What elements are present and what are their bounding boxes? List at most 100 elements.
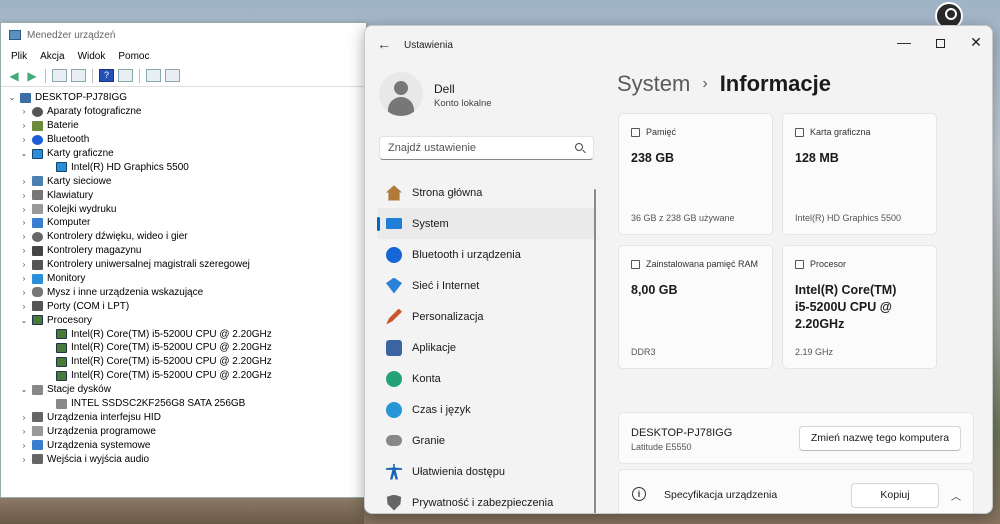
sidebar-item-label: Personalizacja <box>412 310 484 323</box>
chevron-right-icon[interactable]: › <box>19 135 29 144</box>
tree-node[interactable]: › Kolejki wydruku <box>7 202 366 216</box>
device-spec-card[interactable]: i Specyfikacja urządzenia Kopiuj ︿ <box>618 469 974 513</box>
sidebar-item-system[interactable]: System <box>377 208 595 239</box>
scan-hardware-icon[interactable] <box>165 69 180 82</box>
cpu-device-icon <box>56 329 67 340</box>
cpu-card[interactable]: Procesor Intel(R) Core(TM) i5-5200U CPU … <box>782 245 937 369</box>
tree-node[interactable]: › Wejścia i wyjścia audio <box>7 452 366 466</box>
chevron-down-icon[interactable]: ⌄ <box>19 149 29 158</box>
tree-node[interactable]: Intel(R) HD Graphics 5500 <box>7 160 366 174</box>
chevron-right-icon[interactable]: › <box>19 218 29 227</box>
chevron-right-icon[interactable]: › <box>19 177 29 186</box>
update-driver-icon[interactable] <box>146 69 161 82</box>
maximize-button[interactable] <box>922 28 958 56</box>
close-button[interactable]: ✕ <box>958 28 992 56</box>
tree-node[interactable]: › Kontrolery dźwięku, wideo i gier <box>7 230 366 244</box>
forward-arrow-icon[interactable]: ▶ <box>25 69 39 83</box>
chevron-right-icon[interactable]: › <box>19 274 29 283</box>
rename-pc-button[interactable]: Zmień nazwę tego komputera <box>799 426 961 451</box>
settings-app-title: Ustawienia <box>404 40 453 51</box>
tree-node[interactable]: › Klawiatury <box>7 188 366 202</box>
chevron-right-icon[interactable]: › <box>19 205 29 214</box>
back-arrow-icon[interactable]: ◀ <box>7 69 21 83</box>
sidebar-item-bluetooth[interactable]: Bluetooth i urządzenia <box>377 239 595 270</box>
storage-card[interactable]: Pamięć 238 GB 36 GB z 238 GB używane <box>618 113 773 235</box>
gpu-label-text: Karta graficzna <box>810 127 871 137</box>
chevron-right-icon[interactable]: › <box>19 288 29 297</box>
avatar[interactable] <box>379 72 423 116</box>
tree-node[interactable]: › Mysz i inne urządzenia wskazujące <box>7 285 366 299</box>
tree-node[interactable]: › Urządzenia systemowe <box>7 438 366 452</box>
sidebar-item-gaming[interactable]: Granie <box>377 425 595 456</box>
chevron-right-icon[interactable]: › <box>19 455 29 464</box>
nav-scrollbar[interactable] <box>594 189 596 513</box>
sidebar-item-accessibility[interactable]: Ułatwienia dostępu <box>377 456 595 487</box>
tree-node[interactable]: › Bluetooth <box>7 133 366 147</box>
chevron-down-icon[interactable]: ⌄ <box>7 93 17 102</box>
chevron-right-icon[interactable]: › <box>19 121 29 130</box>
ram-card[interactable]: Zainstalowana pamięć RAM 8,00 GB DDR3 <box>618 245 773 369</box>
sidebar-item-privacy[interactable]: Prywatność i zabezpieczenia <box>377 487 595 513</box>
tree-node[interactable]: › Baterie <box>7 119 366 133</box>
chevron-right-icon[interactable]: › <box>19 260 29 269</box>
tree-node[interactable]: › Kontrolery uniwersalnej magistrali szer… <box>7 258 366 272</box>
tree-node[interactable]: › Monitory <box>7 272 366 286</box>
menu-akcja[interactable]: Akcja <box>40 51 64 62</box>
tree-node-label: Porty (COM i LPT) <box>47 300 130 312</box>
search-icon[interactable] <box>575 143 583 151</box>
chevron-right-icon[interactable]: › <box>19 191 29 200</box>
menu-plik[interactable]: Plik <box>11 51 27 62</box>
tree-node-label: Baterie <box>47 120 79 132</box>
tree-node[interactable]: › Komputer <box>7 216 366 230</box>
tree-node[interactable]: Intel(R) Core(TM) i5-5200U CPU @ 2.20GHz <box>7 355 366 369</box>
search-input[interactable]: Znajdź ustawienie <box>379 136 594 160</box>
tree-node[interactable]: › Urządzenia interfejsu HID <box>7 410 366 424</box>
minimize-button[interactable]: — <box>886 28 922 56</box>
chevron-down-icon[interactable]: ⌄ <box>19 385 29 394</box>
sidebar-item-accounts[interactable]: Konta <box>377 363 595 394</box>
tree-node[interactable]: › Karty sieciowe <box>7 174 366 188</box>
tree-node[interactable]: › Urządzenia programowe <box>7 424 366 438</box>
menu-widok[interactable]: Widok <box>78 51 106 62</box>
sidebar-item-apps[interactable]: Aplikacje <box>377 332 595 363</box>
help-icon[interactable]: ? <box>99 69 114 82</box>
apps-icon <box>386 339 402 356</box>
search-placeholder: Znajdź ustawienie <box>388 142 477 154</box>
maximize-icon <box>935 38 945 48</box>
tree-node[interactable]: › Porty (COM i LPT) <box>7 299 366 313</box>
chevron-right-icon[interactable]: › <box>19 413 29 422</box>
tree-node[interactable]: › Aparaty fotograficzne <box>7 105 366 119</box>
tree-node[interactable]: INTEL SSDSC2KF256G8 SATA 256GB <box>7 397 366 411</box>
show-hide-console-tree-icon[interactable] <box>52 69 67 82</box>
chevron-right-icon[interactable]: › <box>19 441 29 450</box>
chevron-up-icon[interactable]: ︿ <box>951 488 961 503</box>
tree-node[interactable]: ⌄ Karty graficzne <box>7 147 366 161</box>
sys-device-icon <box>32 440 43 451</box>
breadcrumb-parent[interactable]: System <box>617 71 690 97</box>
gpu-card[interactable]: Karta graficzna 128 MB Intel(R) HD Graph… <box>782 113 937 235</box>
sidebar-item-home[interactable]: Strona główna <box>377 177 595 208</box>
chevron-right-icon[interactable]: › <box>19 427 29 436</box>
tree-node[interactable]: › Kontrolery magazynu <box>7 244 366 258</box>
tree-node-label: Urządzenia systemowe <box>47 439 151 451</box>
copy-button[interactable]: Kopiuj <box>851 483 939 508</box>
sidebar-item-personalization[interactable]: Personalizacja <box>377 301 595 332</box>
tree-node[interactable]: ⌄ DESKTOP-PJ78IGG <box>7 91 366 105</box>
chevron-right-icon[interactable]: › <box>19 107 29 116</box>
sidebar-item-time-language[interactable]: Czas i język <box>377 394 595 425</box>
tree-node[interactable]: Intel(R) Core(TM) i5-5200U CPU @ 2.20GHz <box>7 327 366 341</box>
sidebar-item-label: Strona główna <box>412 186 483 199</box>
tree-node[interactable]: ⌄ Procesory <box>7 313 366 327</box>
sidebar-item-network[interactable]: Sieć i Internet <box>377 270 595 301</box>
back-arrow-icon[interactable]: ← <box>377 36 393 52</box>
chevron-right-icon[interactable]: › <box>19 246 29 255</box>
chevron-right-icon[interactable]: › <box>19 232 29 241</box>
chevron-down-icon[interactable]: ⌄ <box>19 316 29 325</box>
tree-node[interactable]: Intel(R) Core(TM) i5-5200U CPU @ 2.20GHz <box>7 341 366 355</box>
properties-icon[interactable] <box>71 69 86 82</box>
list-view-icon[interactable] <box>118 69 133 82</box>
tree-node[interactable]: Intel(R) Core(TM) i5-5200U CPU @ 2.20GHz <box>7 369 366 383</box>
menu-pomoc[interactable]: Pomoc <box>118 51 149 62</box>
chevron-right-icon[interactable]: › <box>19 302 29 311</box>
tree-node[interactable]: ⌄ Stacje dysków <box>7 383 366 397</box>
